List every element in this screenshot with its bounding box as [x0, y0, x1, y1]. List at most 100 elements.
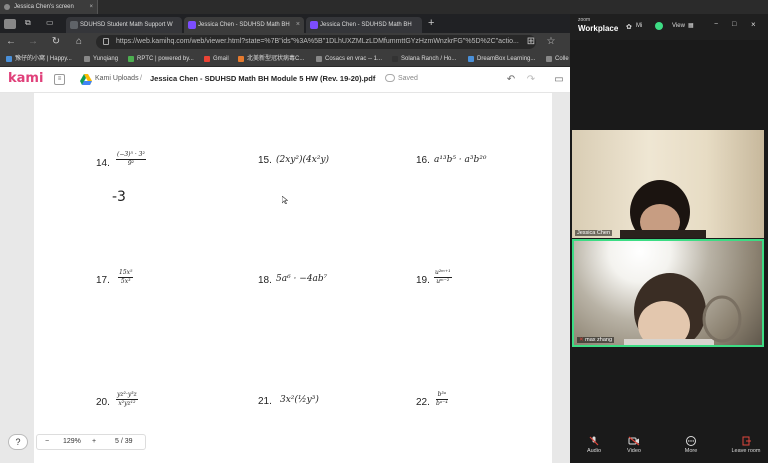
view-button[interactable]: View [672, 23, 685, 29]
shield-icon [655, 22, 663, 30]
bookmark-icon [128, 56, 134, 62]
kami-toolbar: kami ≡ Kami Uploads / Jessica Chen - SDU… [0, 67, 570, 93]
bookmark-item[interactable]: 豫仔的小窝 | Happy... [6, 51, 72, 67]
url-input[interactable]: https://web.kamihq.com/web/viewer.html?s… [96, 35, 536, 49]
bookmark-icon [546, 56, 552, 62]
zoom-out-button[interactable]: − [45, 438, 49, 445]
numerator: yz²·y³z [116, 391, 138, 400]
bookmark-label: Solana Ranch / Ho... [401, 56, 457, 62]
shared-screen-tab[interactable]: Jessica Chen's screen × [0, 0, 98, 14]
page-icon [70, 21, 78, 29]
document-filename[interactable]: Jessica Chen - SDUHSD Math BH Module 5 H… [150, 74, 375, 83]
help-button[interactable]: ? [8, 434, 28, 450]
reload-icon[interactable]: ↻ [49, 35, 63, 49]
bookmark-label: DreamBox Learning... [477, 56, 536, 62]
denominator: 9² [127, 160, 135, 167]
denominator: 5x³ [120, 278, 131, 285]
participant-silhouette [620, 180, 706, 238]
audio-label: Audio [586, 448, 602, 454]
close-icon[interactable]: × [89, 0, 93, 14]
kami-icon [310, 21, 318, 29]
tab-math-support[interactable]: SDUHSD Student Math Support W [66, 17, 182, 33]
bookmark-item[interactable]: Cosacs en vrac -- 1... [316, 51, 382, 67]
problem-number: 18. [258, 275, 272, 286]
grid-icon: ▦ [688, 23, 694, 29]
back-icon[interactable]: ← [4, 35, 18, 49]
close-window-icon[interactable]: × [751, 20, 756, 29]
lock-icon [103, 38, 109, 45]
zoom-level[interactable]: 129% [63, 438, 81, 445]
tab-actions-icon[interactable]: ⧉ [25, 18, 31, 28]
more-button[interactable]: More [677, 436, 705, 454]
bookmark-item[interactable]: Solana Ranch / Ho... [392, 51, 456, 67]
shared-screen-title: Jessica Chen's screen [14, 4, 74, 10]
audio-button[interactable]: Audio [580, 436, 608, 454]
zoom-icon [4, 4, 10, 10]
favorite-icon[interactable]: ☆ [544, 35, 558, 49]
video-button[interactable]: Video [620, 436, 648, 454]
kami-icon [188, 21, 196, 29]
zoom-logo-small: zoom [578, 17, 591, 23]
problem-expression: a¹³b⁵ · a³b²⁰ [434, 155, 487, 165]
reader-icon[interactable]: ⊞ [524, 35, 538, 49]
bookmark-item[interactable]: DreamBox Learning... [468, 51, 535, 67]
cloud-icon [385, 74, 395, 82]
problem-number: 15. [258, 155, 272, 166]
problem-number: 20. [96, 397, 110, 408]
problem-expression: (−3)⁵ · 3² 9² [116, 151, 146, 168]
breadcrumb-separator: / [140, 75, 142, 82]
tab-kami-active[interactable]: Jessica Chen - SDUHSD Math BH × [184, 17, 304, 33]
page-indicator[interactable]: 5 / 39 [115, 438, 133, 445]
undo-icon[interactable]: ↶ [504, 73, 518, 87]
mouse-cursor-icon [282, 196, 288, 204]
bookmark-label: Cosacs en vrac -- 1... [325, 56, 383, 62]
google-drive-icon [80, 74, 92, 85]
home-icon[interactable]: ⌂ [72, 35, 86, 49]
leave-room-button[interactable]: Leave room [728, 436, 764, 454]
document-icon[interactable]: ≡ [54, 74, 65, 85]
tab-kami[interactable]: Jessica Chen - SDUHSD Math BH [306, 17, 422, 33]
handwritten-answer: -3 [112, 189, 126, 205]
tab-label: Jessica Chen - SDUHSD Math BH [320, 22, 412, 28]
bookmark-icon [6, 56, 12, 62]
more-icon[interactable]: ▭ [552, 73, 566, 87]
leave-label: Leave room [731, 448, 761, 454]
bookmark-item[interactable]: Gmail [204, 51, 229, 67]
close-tab-icon[interactable]: × [293, 17, 300, 33]
numerator: (−3)⁵ · 3² [116, 151, 146, 160]
tab-search-icon[interactable]: ▭ [46, 18, 54, 27]
profile-avatar[interactable] [4, 19, 16, 29]
minimize-icon[interactable]: − [714, 21, 718, 28]
gmail-icon [204, 56, 210, 62]
bookmark-item[interactable]: Yunqiang [84, 51, 118, 67]
bookmark-item[interactable]: Colle [546, 51, 569, 67]
participant-silhouette [624, 273, 742, 345]
bookmark-item[interactable]: RPTC | powered by... [128, 51, 194, 67]
maximize-icon[interactable]: □ [732, 21, 736, 28]
mic-off-icon [589, 436, 599, 446]
video-off-icon [628, 436, 640, 446]
more-label: More [684, 448, 698, 454]
participant-video-active[interactable]: ✕ max zhang [572, 239, 764, 347]
forward-icon[interactable]: → [26, 35, 40, 49]
paw-icon[interactable]: ✿ [626, 23, 632, 31]
zoom-controls: − 129% + 5 / 39 [36, 434, 146, 450]
document-viewport[interactable]: 14. (−3)⁵ · 3² 9² 15. (2xy²)(4x²y) 16. a¹… [0, 93, 570, 463]
bookmark-icon [84, 56, 90, 62]
new-tab-button[interactable]: + [428, 17, 434, 29]
participant-video[interactable]: Jessica Chen [572, 130, 764, 238]
zoom-meeting-panel: zoom Workplace ✿ Mi View ▦ − □ × Jessica… [570, 14, 768, 463]
bookmark-item[interactable]: 北美新型冠状病毒C... [238, 51, 304, 67]
browser-window: ⧉ ▭ SDUHSD Student Math Support W Jessic… [0, 14, 570, 463]
numerator: 15x⁵ [118, 269, 134, 278]
problem-number: 19. [416, 275, 430, 286]
numerator: b³ᵃ [436, 391, 448, 400]
zoom-in-button[interactable]: + [92, 438, 96, 445]
header-item[interactable]: Mi [636, 23, 642, 29]
bookmark-label: Gmail [213, 56, 229, 62]
redo-icon[interactable]: ↷ [524, 73, 538, 87]
save-status: Saved [398, 75, 418, 82]
breadcrumb-kami-uploads[interactable]: Kami Uploads [95, 75, 139, 82]
bookmark-icon [392, 56, 398, 62]
problem-expression: 3x²(½y³) [280, 395, 319, 405]
